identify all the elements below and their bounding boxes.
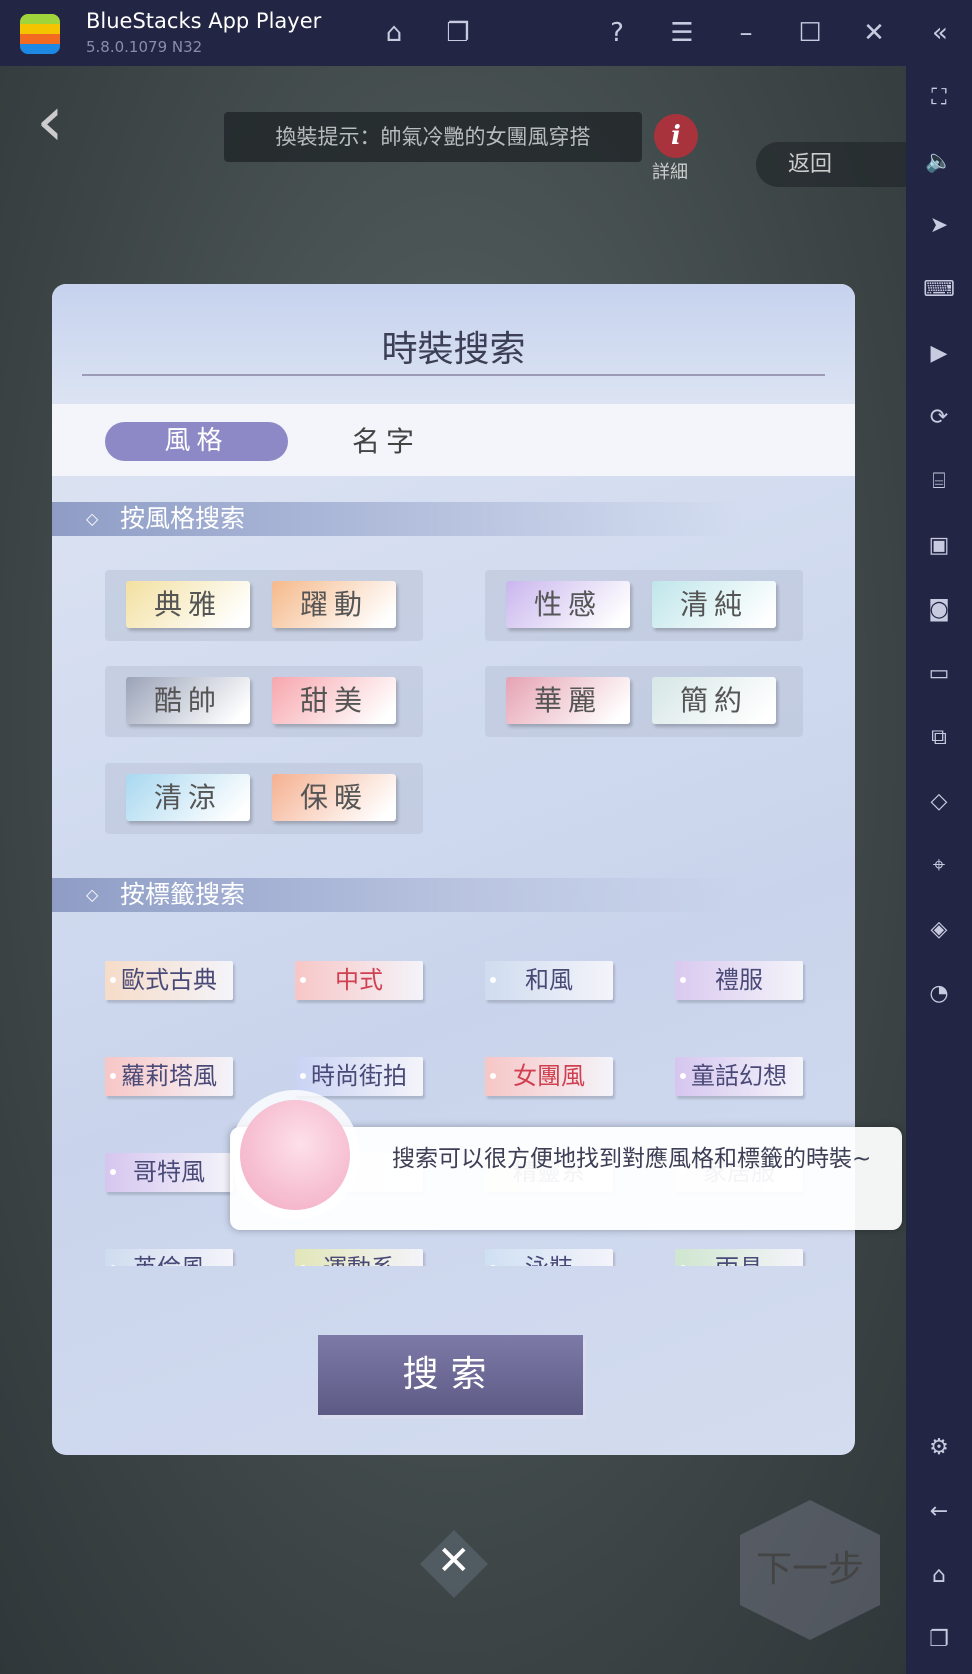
style-button[interactable]: 簡約 <box>652 677 776 724</box>
back-label: 返回 <box>788 152 833 177</box>
settings-icon[interactable]: ⚙ <box>923 1432 955 1464</box>
back-chevron-icon[interactable]: ‹ <box>36 80 64 162</box>
rotate-icon[interactable]: ⟳ <box>923 402 955 434</box>
multi-window-icon[interactable]: ⧉ <box>923 722 955 754</box>
folder-icon[interactable]: ▭ <box>923 658 955 690</box>
back-button[interactable]: 返回 <box>756 142 906 187</box>
fullscreen-icon[interactable]: ⛶ <box>923 82 955 114</box>
style-group: 性感 清純 <box>485 570 803 641</box>
style-button[interactable]: 清純 <box>652 581 776 628</box>
style-button[interactable]: 保暖 <box>272 774 396 821</box>
tag-button[interactable]: 童話幻想 <box>675 1057 803 1096</box>
style-group: 華麗 簡約 <box>485 666 803 737</box>
macro-icon[interactable]: ⌸ <box>923 466 955 498</box>
style-group: 清涼 保暖 <box>105 763 423 834</box>
tag-button[interactable]: 雨具 <box>675 1249 803 1266</box>
back-icon[interactable]: ← <box>923 1496 955 1528</box>
style-group: 酷帥 甜美 <box>105 666 423 737</box>
style-button[interactable]: 酷帥 <box>126 677 250 724</box>
tag-button[interactable]: 女團風 <box>485 1057 613 1096</box>
multi-instance-icon[interactable]: ❐ <box>441 16 475 50</box>
tag-button[interactable]: 和風 <box>485 961 613 1000</box>
close-icon[interactable]: ✕ <box>857 16 891 50</box>
title-bar: BlueStacks App Player 5.8.0.1079 N32 ⌂ ❐… <box>0 0 972 66</box>
help-icon[interactable]: ? <box>600 16 634 50</box>
tag-button[interactable]: 運動系 <box>295 1249 423 1266</box>
info-icon[interactable]: i <box>654 114 698 158</box>
scroll-area[interactable]: ◇ 按風格搜索 典雅 躍動 性感 清純 酷帥 甜美 華麗 簡約 清涼 保暖 ◇ 按標籤搜索 歐式古典中… <box>52 284 855 1266</box>
section-label: 按風格搜索 <box>120 504 246 533</box>
style-button[interactable]: 典雅 <box>126 581 250 628</box>
app-version: 5.8.0.1079 N32 <box>86 38 203 56</box>
recent-apps-icon[interactable]: ❐ <box>923 1624 955 1656</box>
home-icon[interactable]: ⌂ <box>377 16 411 50</box>
maximize-icon[interactable]: ☐ <box>793 16 827 50</box>
style-button[interactable]: 甜美 <box>272 677 396 724</box>
search-button[interactable]: 搜索 <box>318 1335 583 1415</box>
eco-icon[interactable]: ◇ <box>923 786 955 818</box>
tag-button[interactable]: 時尚街拍 <box>295 1057 423 1096</box>
tag-button[interactable]: 蘿莉塔風 <box>105 1057 233 1096</box>
tag-button[interactable]: 泳裝 <box>485 1249 613 1266</box>
pointer-icon[interactable]: ➤ <box>923 210 955 242</box>
minimize-icon[interactable]: – <box>729 16 763 50</box>
bluestacks-logo <box>20 14 60 54</box>
tag-button[interactable]: 歐式古典 <box>105 961 233 1000</box>
keyboard-icon[interactable]: ⌨ <box>923 274 955 306</box>
screenshot-icon[interactable]: ◙ <box>923 594 955 626</box>
volume-icon[interactable]: 🔈 <box>923 146 955 178</box>
right-sidebar: ⛶ 🔈 ➤ ⌨ ▶ ⟳ ⌸ ▣ ◙ ▭ ⧉ ◇ ⌖ ◈ ◔ ⚙ ← ⌂ ❐ <box>906 66 972 1674</box>
section-tag-header: ◇ 按標籤搜索 <box>52 878 742 912</box>
record-icon[interactable]: ▶ <box>923 338 955 370</box>
menu-icon[interactable]: ☰ <box>665 16 699 50</box>
performance-icon[interactable]: ◔ <box>923 978 955 1010</box>
section-label: 按標籤搜索 <box>120 880 246 909</box>
app-title: BlueStacks App Player <box>86 9 322 33</box>
tag-button[interactable]: 中式 <box>295 961 423 1000</box>
info-label[interactable]: 詳細 <box>652 158 688 184</box>
layers-icon[interactable]: ◈ <box>923 914 955 946</box>
outfit-hint: 換裝提示：帥氣冷艷的女團風穿搭 <box>224 112 642 162</box>
style-button[interactable]: 躍動 <box>272 581 396 628</box>
home-icon[interactable]: ⌂ <box>923 1560 955 1592</box>
collapse-sidebar-icon[interactable]: « <box>923 16 957 50</box>
mascot-image <box>240 1100 350 1210</box>
style-button[interactable]: 性感 <box>506 581 630 628</box>
tag-button[interactable]: 禮服 <box>675 961 803 1000</box>
fashion-search-dialog: 時裝搜索 風格 名字 ◇ 按風格搜索 典雅 躍動 性感 清純 酷帥 甜美 華麗 簡約 清涼 保暖 ◇… <box>52 284 855 1455</box>
apk-icon[interactable]: ▣ <box>923 530 955 562</box>
tag-button[interactable]: 哥特風 <box>105 1153 233 1192</box>
style-group: 典雅 躍動 <box>105 570 423 641</box>
close-icon[interactable]: ✕ <box>437 1538 471 1584</box>
style-button[interactable]: 清涼 <box>126 774 250 821</box>
style-button[interactable]: 華麗 <box>506 677 630 724</box>
section-style-header: ◇ 按風格搜索 <box>52 502 742 536</box>
location-icon[interactable]: ⌖ <box>923 850 955 882</box>
tag-button[interactable]: 英倫風 <box>105 1249 233 1266</box>
